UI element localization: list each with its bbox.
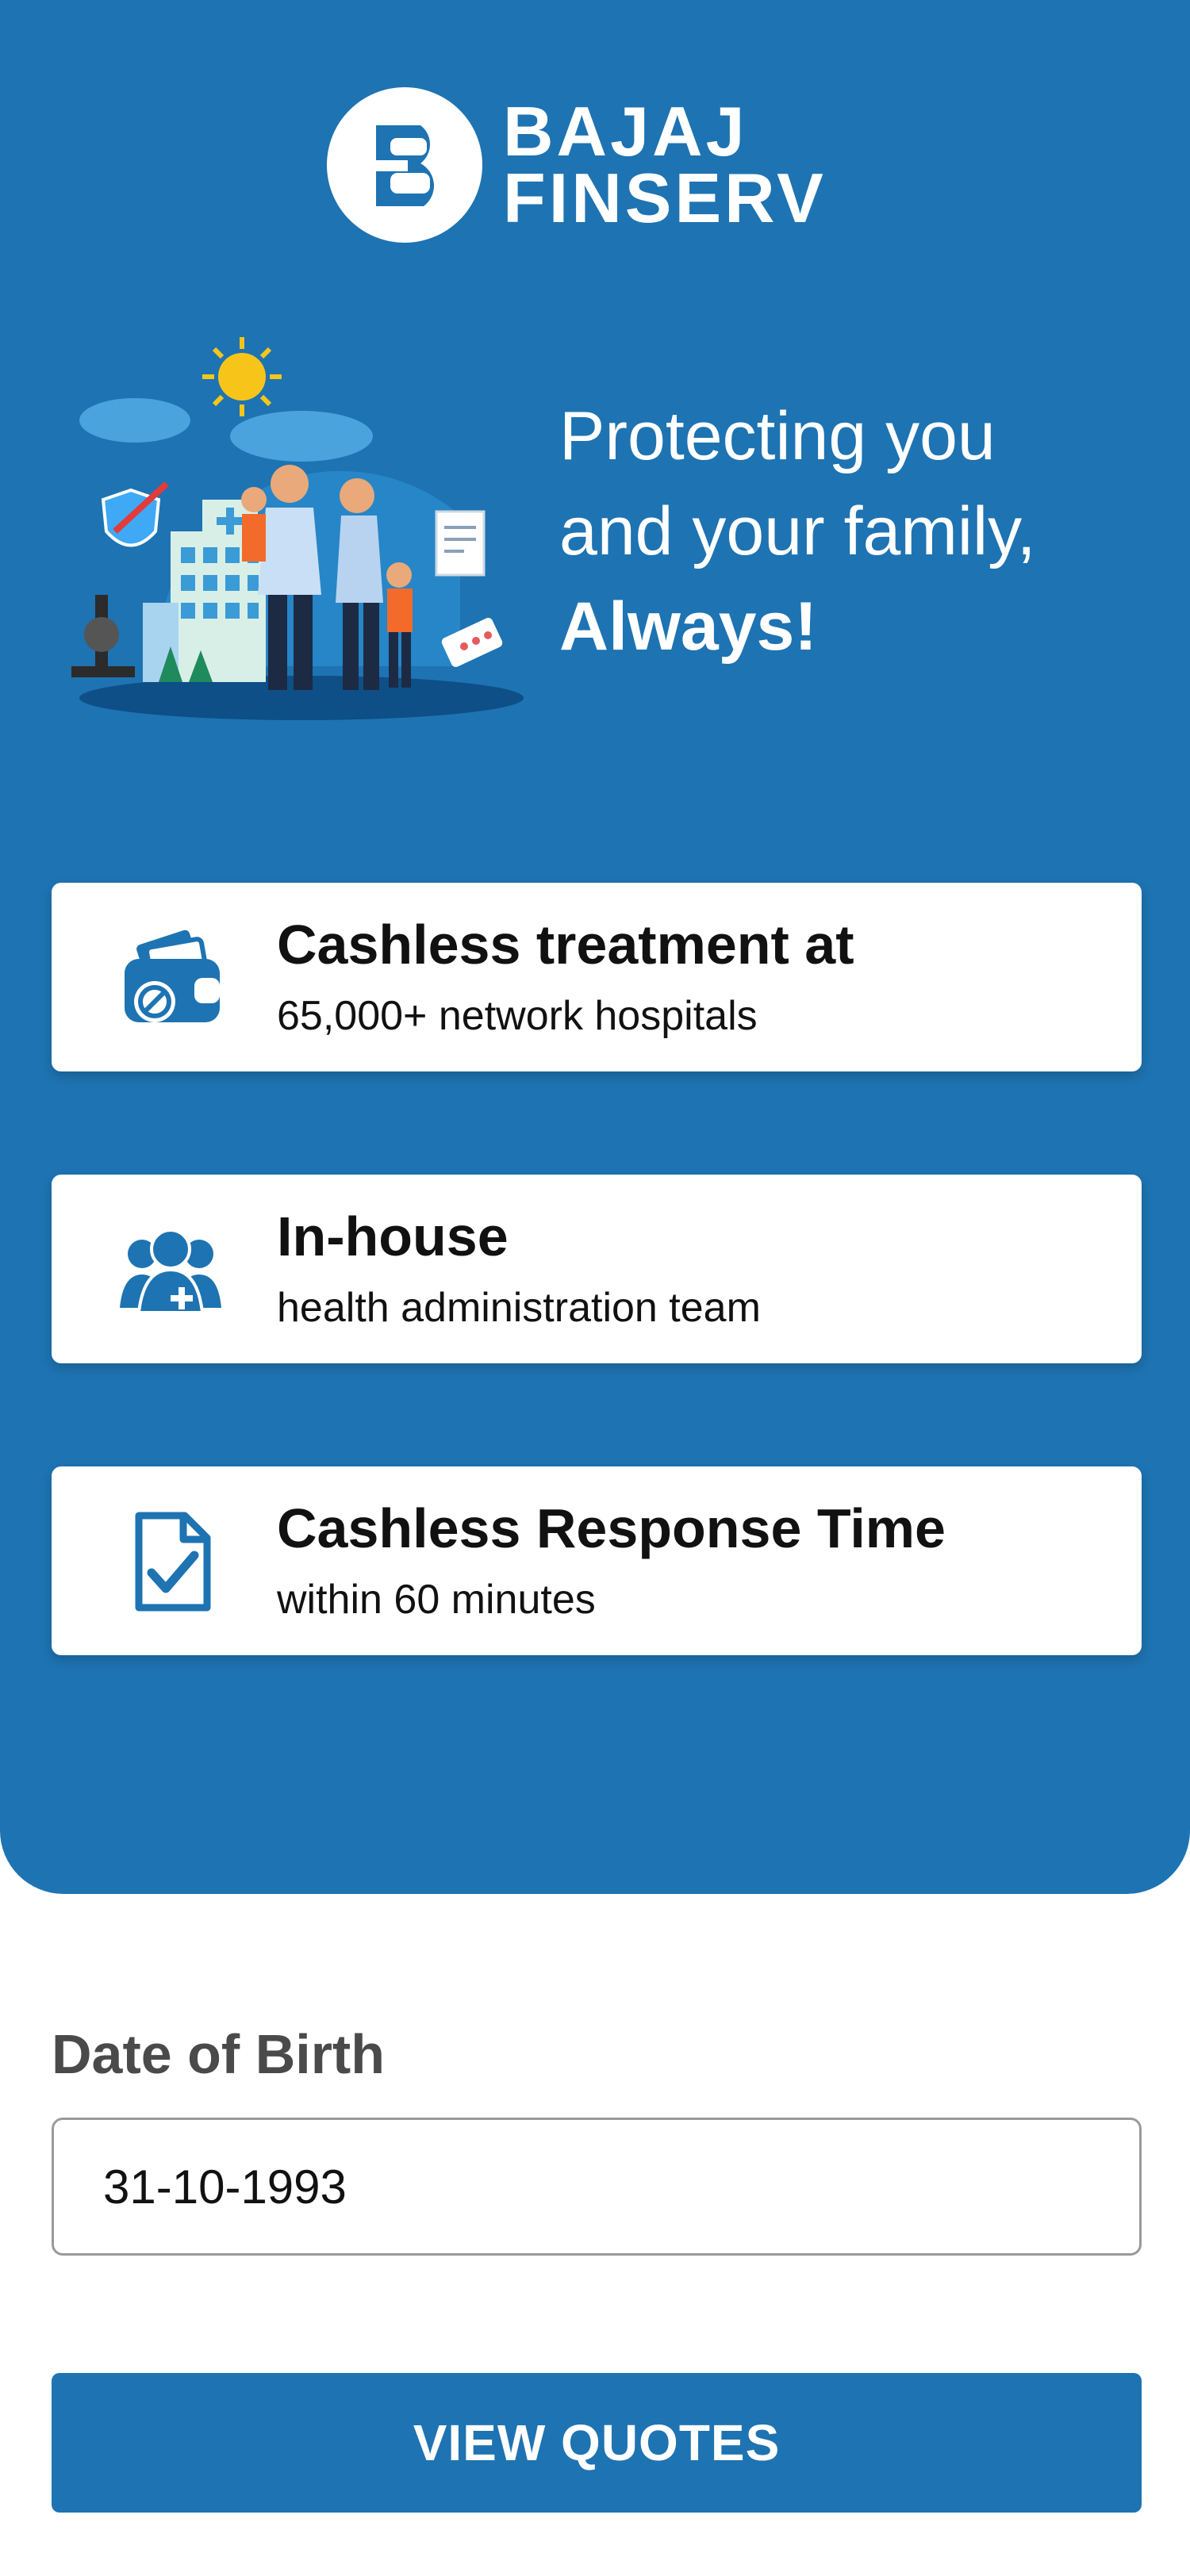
feature-card-cashless-treatment: Cashless treatment at 65,000+ network ho… [52, 883, 1142, 1071]
feature-subtitle: health administration team [277, 1285, 761, 1331]
family-hospital-illustration [63, 333, 524, 730]
tagline-line-3: Always! [559, 588, 818, 665]
feature-subtitle: 65,000+ network hospitals [277, 993, 758, 1039]
feature-title: Cashless Response Time [277, 1497, 946, 1559]
feature-title: Cashless treatment at [277, 914, 854, 976]
hero-tagline: Protecting you and your family, Always! [559, 389, 1036, 674]
document-check-icon [115, 1506, 226, 1617]
view-quotes-button[interactable]: VIEW QUOTES [52, 2373, 1142, 2513]
feature-subtitle: within 60 minutes [277, 1577, 596, 1623]
tagline-line-1: Protecting you [559, 398, 996, 474]
brand-logo: BAJAJ FINSERV [327, 87, 827, 243]
feature-card-response-time: Cashless Response Time within 60 minutes [52, 1466, 1142, 1655]
wallet-icon [115, 922, 226, 1033]
bajaj-logo-icon [327, 87, 482, 243]
dob-label: Date of Birth [52, 2023, 385, 2085]
brand-name: BAJAJ FINSERV [503, 92, 827, 237]
medical-team-icon [115, 1214, 226, 1325]
feature-card-in-house: In-house health administration team [52, 1175, 1142, 1363]
brand-name-line2: FINSERV [503, 159, 827, 237]
brand-name-line1: BAJAJ [503, 92, 748, 171]
hero-banner: BAJAJ FINSERV Protecting you and your fa… [0, 0, 1190, 1894]
feature-title: In-house [277, 1206, 509, 1267]
dob-input[interactable] [52, 2118, 1142, 2256]
tagline-line-2: and your family, [559, 493, 1036, 569]
